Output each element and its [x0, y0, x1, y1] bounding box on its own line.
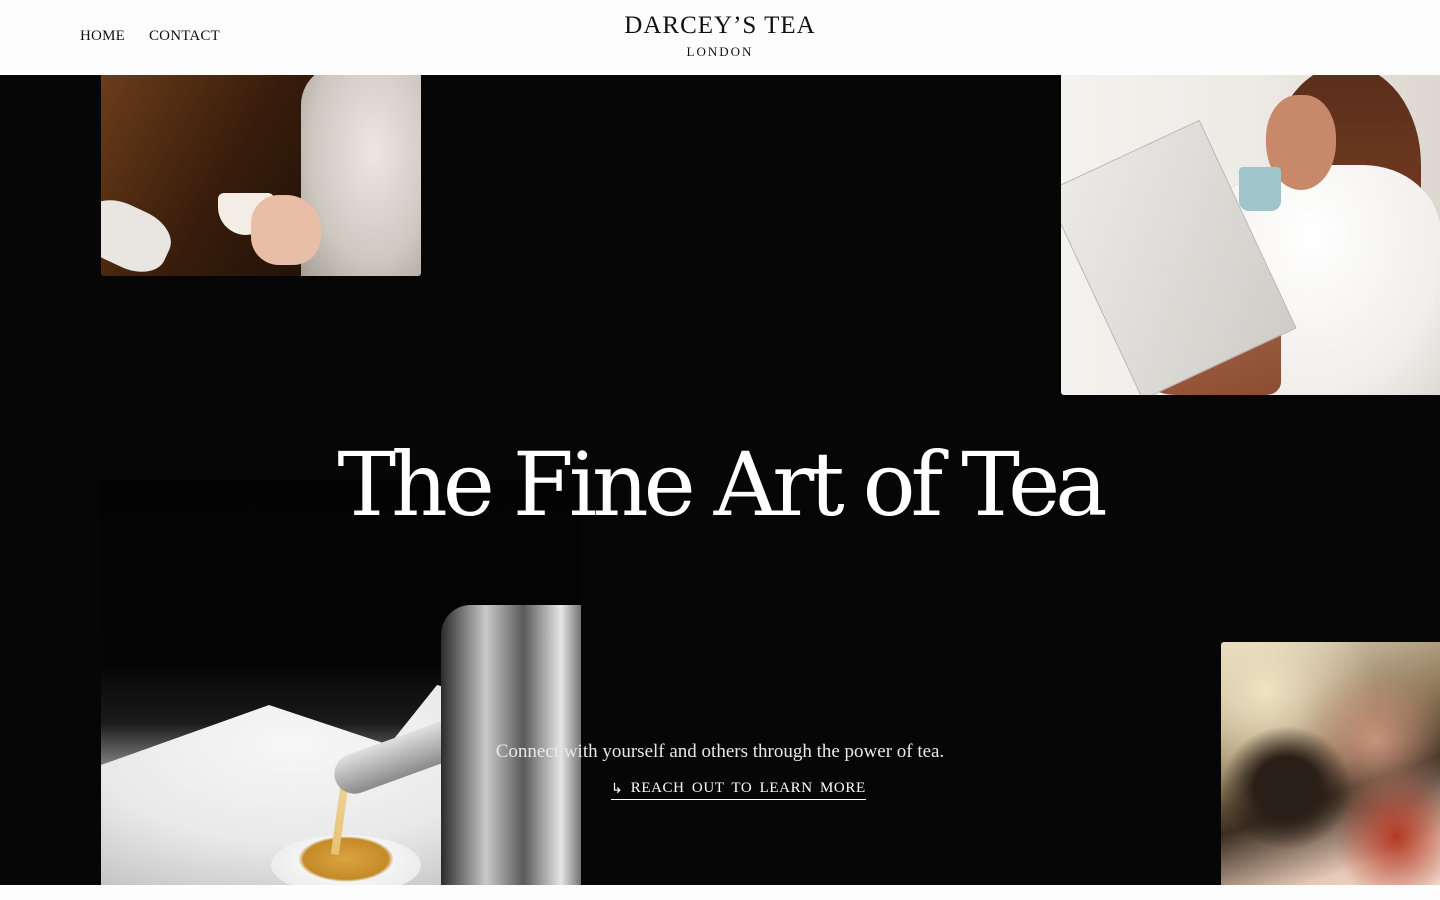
learn-more-label: REACH OUT TO LEARN MORE [630, 780, 866, 796]
hero-subtitle: Connect with yourself and others through… [495, 741, 945, 762]
hero-section: The Fine Art of Tea Connect with yoursel… [0, 75, 1440, 885]
brand-name: DARCEY’S TEA [624, 12, 816, 39]
brand-location: LONDON [686, 44, 754, 59]
marbled-abstract-art-photo [1221, 642, 1440, 885]
woman-reading-newspaper-photo [1061, 75, 1440, 395]
teapot-pouring-tea-photo [101, 480, 581, 885]
woman-holding-tea-cup-photo [101, 75, 421, 276]
hero-title: The Fine Art of Tea [337, 433, 1107, 536]
page-bottom-strip [0, 885, 1440, 900]
learn-more-link[interactable]: ↳ REACH OUT TO LEARN MORE [611, 780, 866, 800]
return-arrow-icon: ↳ [611, 780, 623, 797]
site-header: HOME CONTACT DARCEY’S TEA LONDON [0, 0, 1440, 75]
brand-logo[interactable]: DARCEY’S TEA LONDON [0, 12, 1440, 60]
